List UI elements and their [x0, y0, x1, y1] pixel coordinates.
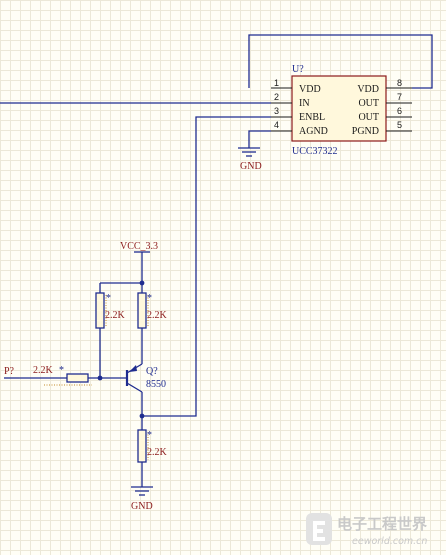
ic-pin3-name: ENBL [299, 112, 325, 123]
ic-pin7-name: OUT [358, 98, 379, 109]
junction-base [97, 375, 103, 381]
gnd-bottom-label: GND [131, 501, 153, 512]
ic-pin7-num: 7 [397, 92, 402, 102]
ic-pin5-name: PGND [352, 126, 379, 137]
ic-part: UCC37322 [292, 146, 338, 157]
resistor-left-value: 2.2K [105, 310, 126, 321]
resistor-emitter-value: 2.2K [147, 447, 168, 458]
transistor-part: 8550 [146, 379, 166, 390]
gnd-symbol-bottom: GND [131, 486, 153, 512]
eeworld-watermark: 电子工程世界 eeworld.com.cn [306, 513, 427, 547]
resistor-base[interactable]: 2.2K * [33, 365, 92, 386]
ic-pin6-num: 6 [397, 106, 402, 116]
ic-pin2-name: IN [299, 98, 310, 109]
ic-pin1-num: 1 [274, 78, 279, 88]
resistor-left-marker: * [106, 293, 111, 304]
gnd-top-label: GND [240, 161, 262, 172]
vcc-symbol: VCC_3.3 [120, 241, 158, 258]
watermark-cn: 电子工程世界 [337, 515, 427, 533]
schematic-canvas: U? UCC37322 1 2 3 4 8 7 6 5 VDD IN ENBL … [0, 34, 433, 512]
ic-pin2-num: 2 [274, 92, 279, 102]
ic-pin6-name: OUT [358, 112, 379, 123]
ic-ref: U? [292, 64, 304, 75]
gnd-symbol-top: GND [238, 147, 262, 172]
transistor-emitter-arrow [129, 365, 137, 372]
resistor-base-marker: * [59, 365, 64, 376]
ic-pin3-num: 3 [274, 106, 279, 116]
ic-pin4-num: 4 [274, 120, 279, 130]
resistor-mid[interactable]: * 2.2K [137, 292, 168, 329]
ic-pin5-num: 5 [397, 120, 402, 130]
transistor-8550[interactable]: Q? 8550 [125, 363, 166, 393]
resistor-emitter-marker: * [147, 430, 152, 441]
resistor-emitter[interactable]: * 2.2K [137, 429, 168, 463]
vcc-label: VCC_3.3 [120, 241, 158, 252]
watermark-en: eeworld.com.cn [352, 536, 427, 547]
junction-collector [139, 413, 145, 419]
transistor-collector-leg [126, 382, 143, 393]
resistor-left[interactable]: * 2.2K [95, 292, 126, 329]
ic-pin4-name: AGND [299, 126, 328, 137]
transistor-ref: Q? [146, 366, 158, 377]
port-p[interactable]: P? [4, 366, 19, 379]
ic-ucc37322[interactable]: U? UCC37322 1 2 3 4 8 7 6 5 VDD IN ENBL … [271, 64, 412, 157]
ic-pin1-name: VDD [299, 84, 321, 95]
ic-pin8-num: 8 [397, 78, 402, 88]
ic-pin8-name: VDD [357, 84, 379, 95]
resistor-mid-marker: * [147, 293, 152, 304]
port-label: P? [4, 366, 15, 377]
resistor-mid-value: 2.2K [147, 310, 168, 321]
wire-agnd [248, 130, 271, 148]
resistor-base-value: 2.2K [33, 365, 54, 376]
junction-vcc [139, 280, 145, 286]
eeworld-logo-icon [306, 513, 332, 545]
